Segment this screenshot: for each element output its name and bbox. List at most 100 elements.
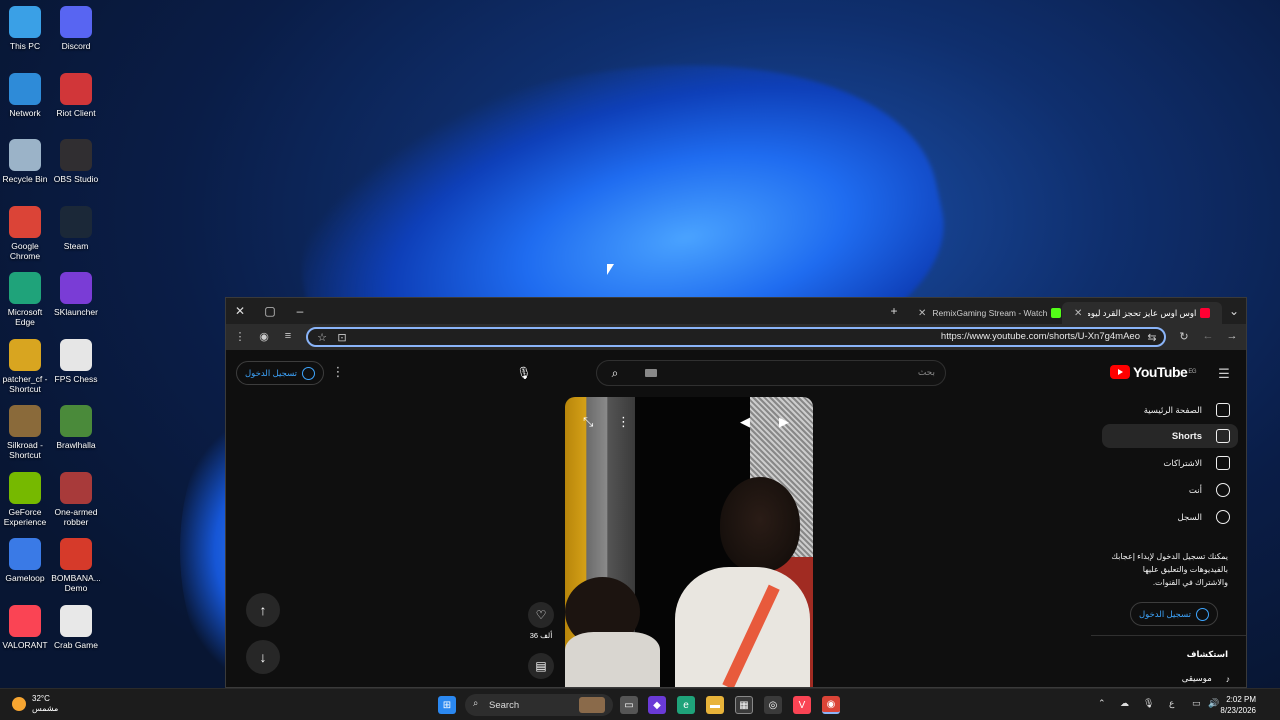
sidebar-item-shorts[interactable]: Shorts — [1102, 424, 1238, 448]
chrome-taskbar-icon[interactable]: ◉ — [822, 696, 840, 714]
desktop-icon-recycle-bin[interactable]: Recycle Bin — [0, 139, 50, 184]
sidebar-signin-button[interactable]: تسجيل الدخول — [1129, 602, 1218, 626]
back-icon[interactable]: ← — [1200, 328, 1216, 344]
desktop-icon-silkroad[interactable]: Silkroad - Shortcut — [0, 405, 50, 460]
network-icon — [9, 72, 41, 105]
search-input[interactable]: ⌕ بحث — [596, 360, 946, 386]
next-short-button[interactable]: ↓ — [246, 640, 280, 674]
desktop-icon-crab-game[interactable]: Crab Game — [51, 604, 101, 650]
browser-toolbar: ⋮ ◉ ≡ ☆ ⊡ https://www.youtube.com/shorts… — [226, 324, 1246, 350]
sidebar-item-you[interactable]: أنت — [1102, 478, 1238, 502]
task-view-icon[interactable]: ▭ — [620, 696, 638, 714]
install-app-icon[interactable]: ⊡ — [334, 329, 350, 345]
sidebar-item-history[interactable]: السجل — [1102, 505, 1238, 529]
youtube-page: تسجيل الدخول ⋮ 🎙 ⌕ بحث YouTube EG ☰ الصف… — [226, 350, 1246, 687]
sidebar-item-home[interactable]: الصفحة الرئيسية — [1102, 398, 1238, 422]
start-menu-icon[interactable]: ⊞ — [438, 696, 456, 714]
desktop-icon-discord[interactable]: Discord — [51, 6, 101, 51]
desktop-icon-sklauncher[interactable]: SKlauncher — [51, 272, 101, 317]
desktop-icon-gameloop[interactable]: Gameloop — [0, 538, 50, 583]
volume-icon[interactable]: ◀ — [740, 414, 750, 430]
microphone-tray-icon[interactable]: 🎙 — [1143, 698, 1154, 709]
like-action[interactable]: ♡ 36 ألف — [526, 602, 556, 640]
patcher-icon — [9, 338, 41, 371]
menu-dots-icon[interactable]: ⋮ — [232, 328, 248, 344]
previous-short-button[interactable]: ↑ — [246, 593, 280, 627]
file-explorer-icon[interactable]: ▬ — [706, 696, 724, 714]
desktop-icon-geforce[interactable]: GeForce Experience — [0, 471, 50, 527]
steam-icon — [60, 205, 92, 238]
maximize-icon[interactable]: ▢ — [260, 302, 280, 320]
desktop-icon-patcher[interactable]: patcher_cf - Shortcut — [0, 338, 50, 394]
signin-prompt: يمكنك تسجيل الدخول لإبداء إعجابك بالفيدي… — [1111, 552, 1228, 587]
collapse-icon[interactable]: ⤡ — [583, 414, 593, 430]
desktop-icon-bombana[interactable]: BOMBANA... Demo — [51, 538, 101, 593]
site-settings-icon[interactable]: ⇆ — [1144, 329, 1160, 345]
sklauncher-icon — [60, 272, 92, 304]
forward-icon[interactable]: → — [1224, 328, 1240, 344]
desktop-icon-steam[interactable]: Steam — [51, 205, 101, 251]
reload-icon[interactable]: ↻ — [1176, 328, 1192, 344]
valorant-icon — [9, 604, 41, 637]
weather-widget[interactable]: 32°C مشمس — [12, 694, 58, 714]
new-tab-icon[interactable]: + — [884, 302, 904, 320]
obs-icon — [60, 139, 92, 171]
close-window-icon[interactable]: ✕ — [230, 302, 250, 320]
tab-remixgaming[interactable]: ✕ RemixGaming Stream - Watch — [906, 302, 1071, 324]
desktop-icon-chess[interactable]: FPS Chess — [51, 338, 101, 384]
url-text[interactable]: https://www.youtube.com/shorts/U-Xn7g4mA… — [941, 331, 1140, 342]
mic-icon[interactable]: 🎙 — [511, 360, 537, 386]
like-heart-icon[interactable]: ♡ — [528, 602, 554, 628]
settings-dots-icon[interactable]: ⋮ — [330, 364, 346, 380]
language-indicator[interactable]: ع — [1169, 698, 1174, 709]
onedrive-icon[interactable]: ☁ — [1120, 698, 1129, 709]
recycle-bin-icon — [9, 139, 41, 171]
volume-tray-icon[interactable]: 🔊 — [1208, 698, 1219, 709]
sidebar-item-subscriptions[interactable]: الاشتراكات — [1102, 451, 1238, 475]
desktop-icon-riot[interactable]: Riot Client — [51, 72, 101, 118]
sidebar-item-label: السجل — [1177, 511, 1202, 522]
taskbar-search[interactable]: ⌕ Search — [465, 694, 613, 716]
tab-search-icon[interactable]: ⌄ — [1224, 302, 1244, 320]
play-icon[interactable]: ▶ — [779, 414, 789, 430]
comment-action[interactable]: ▤ ... — [526, 653, 556, 687]
more-options-icon[interactable]: ⋮ — [617, 414, 630, 430]
hamburger-menu-icon[interactable]: ☰ — [1216, 366, 1232, 382]
close-tab-icon[interactable]: ✕ — [1074, 308, 1082, 319]
desktop-icon-label: GeForce Experience — [3, 506, 47, 527]
music-note-icon: ♪ — [1225, 673, 1230, 684]
network-tray-icon[interactable]: ▭ — [1192, 698, 1201, 709]
desktop-icon-chrome[interactable]: Google Chrome — [0, 205, 50, 261]
desktop-icon-robber[interactable]: One-armed robber — [51, 471, 101, 527]
desktop-icon-obs[interactable]: OBS Studio — [51, 139, 101, 184]
clock-date: 8/23/2026 — [1220, 706, 1256, 715]
desktop-icon-network[interactable]: Network — [0, 72, 50, 118]
reading-list-icon[interactable]: ≡ — [280, 328, 296, 344]
comment-icon[interactable]: ▤ — [528, 653, 554, 679]
short-video-player[interactable]: ⤡ ⋮ ◀ ▶ — [565, 397, 813, 687]
desktop-icon-edge[interactable]: Microsoft Edge — [0, 272, 50, 327]
microsoft-store-icon[interactable]: ▦ — [735, 696, 753, 714]
desktop-icon-monitor[interactable]: This PC — [0, 6, 50, 51]
desktop-icon-brawlhalla[interactable]: Brawlhalla — [51, 405, 101, 450]
edge-taskbar-icon[interactable]: e — [677, 696, 695, 714]
keyboard-icon[interactable] — [645, 369, 657, 377]
valorant-taskbar-icon[interactable]: V — [793, 696, 811, 714]
profile-icon[interactable]: ◉ — [256, 328, 272, 344]
desktop-icon-label: Network — [9, 107, 41, 118]
youtube-logo[interactable]: YouTube EG — [1110, 364, 1196, 380]
address-bar[interactable]: ☆ ⊡ https://www.youtube.com/shorts/U-Xn7… — [306, 327, 1166, 347]
edge-icon — [9, 272, 41, 304]
show-hidden-icons[interactable]: ⌃ — [1098, 698, 1106, 709]
close-tab-icon[interactable]: ✕ — [918, 308, 926, 319]
minimize-icon[interactable]: – — [290, 302, 310, 320]
sidebar-item-music[interactable]: موسيقى ♪ — [1182, 673, 1230, 684]
bookmark-star-icon[interactable]: ☆ — [314, 329, 330, 345]
tab-youtube[interactable]: ✕ اوس اوس عايز تحجز القرد ليومين — [1062, 302, 1222, 324]
desktop-icon-valorant[interactable]: VALORANT — [0, 604, 50, 650]
clock[interactable]: 2:02 PM 8/23/2026 — [1220, 694, 1256, 716]
widgets-icon[interactable]: ◆ — [648, 696, 666, 714]
search-icon[interactable]: ⌕ — [603, 361, 627, 385]
obs-taskbar-icon[interactable]: ◎ — [764, 696, 782, 714]
signin-button[interactable]: تسجيل الدخول — [236, 361, 325, 385]
